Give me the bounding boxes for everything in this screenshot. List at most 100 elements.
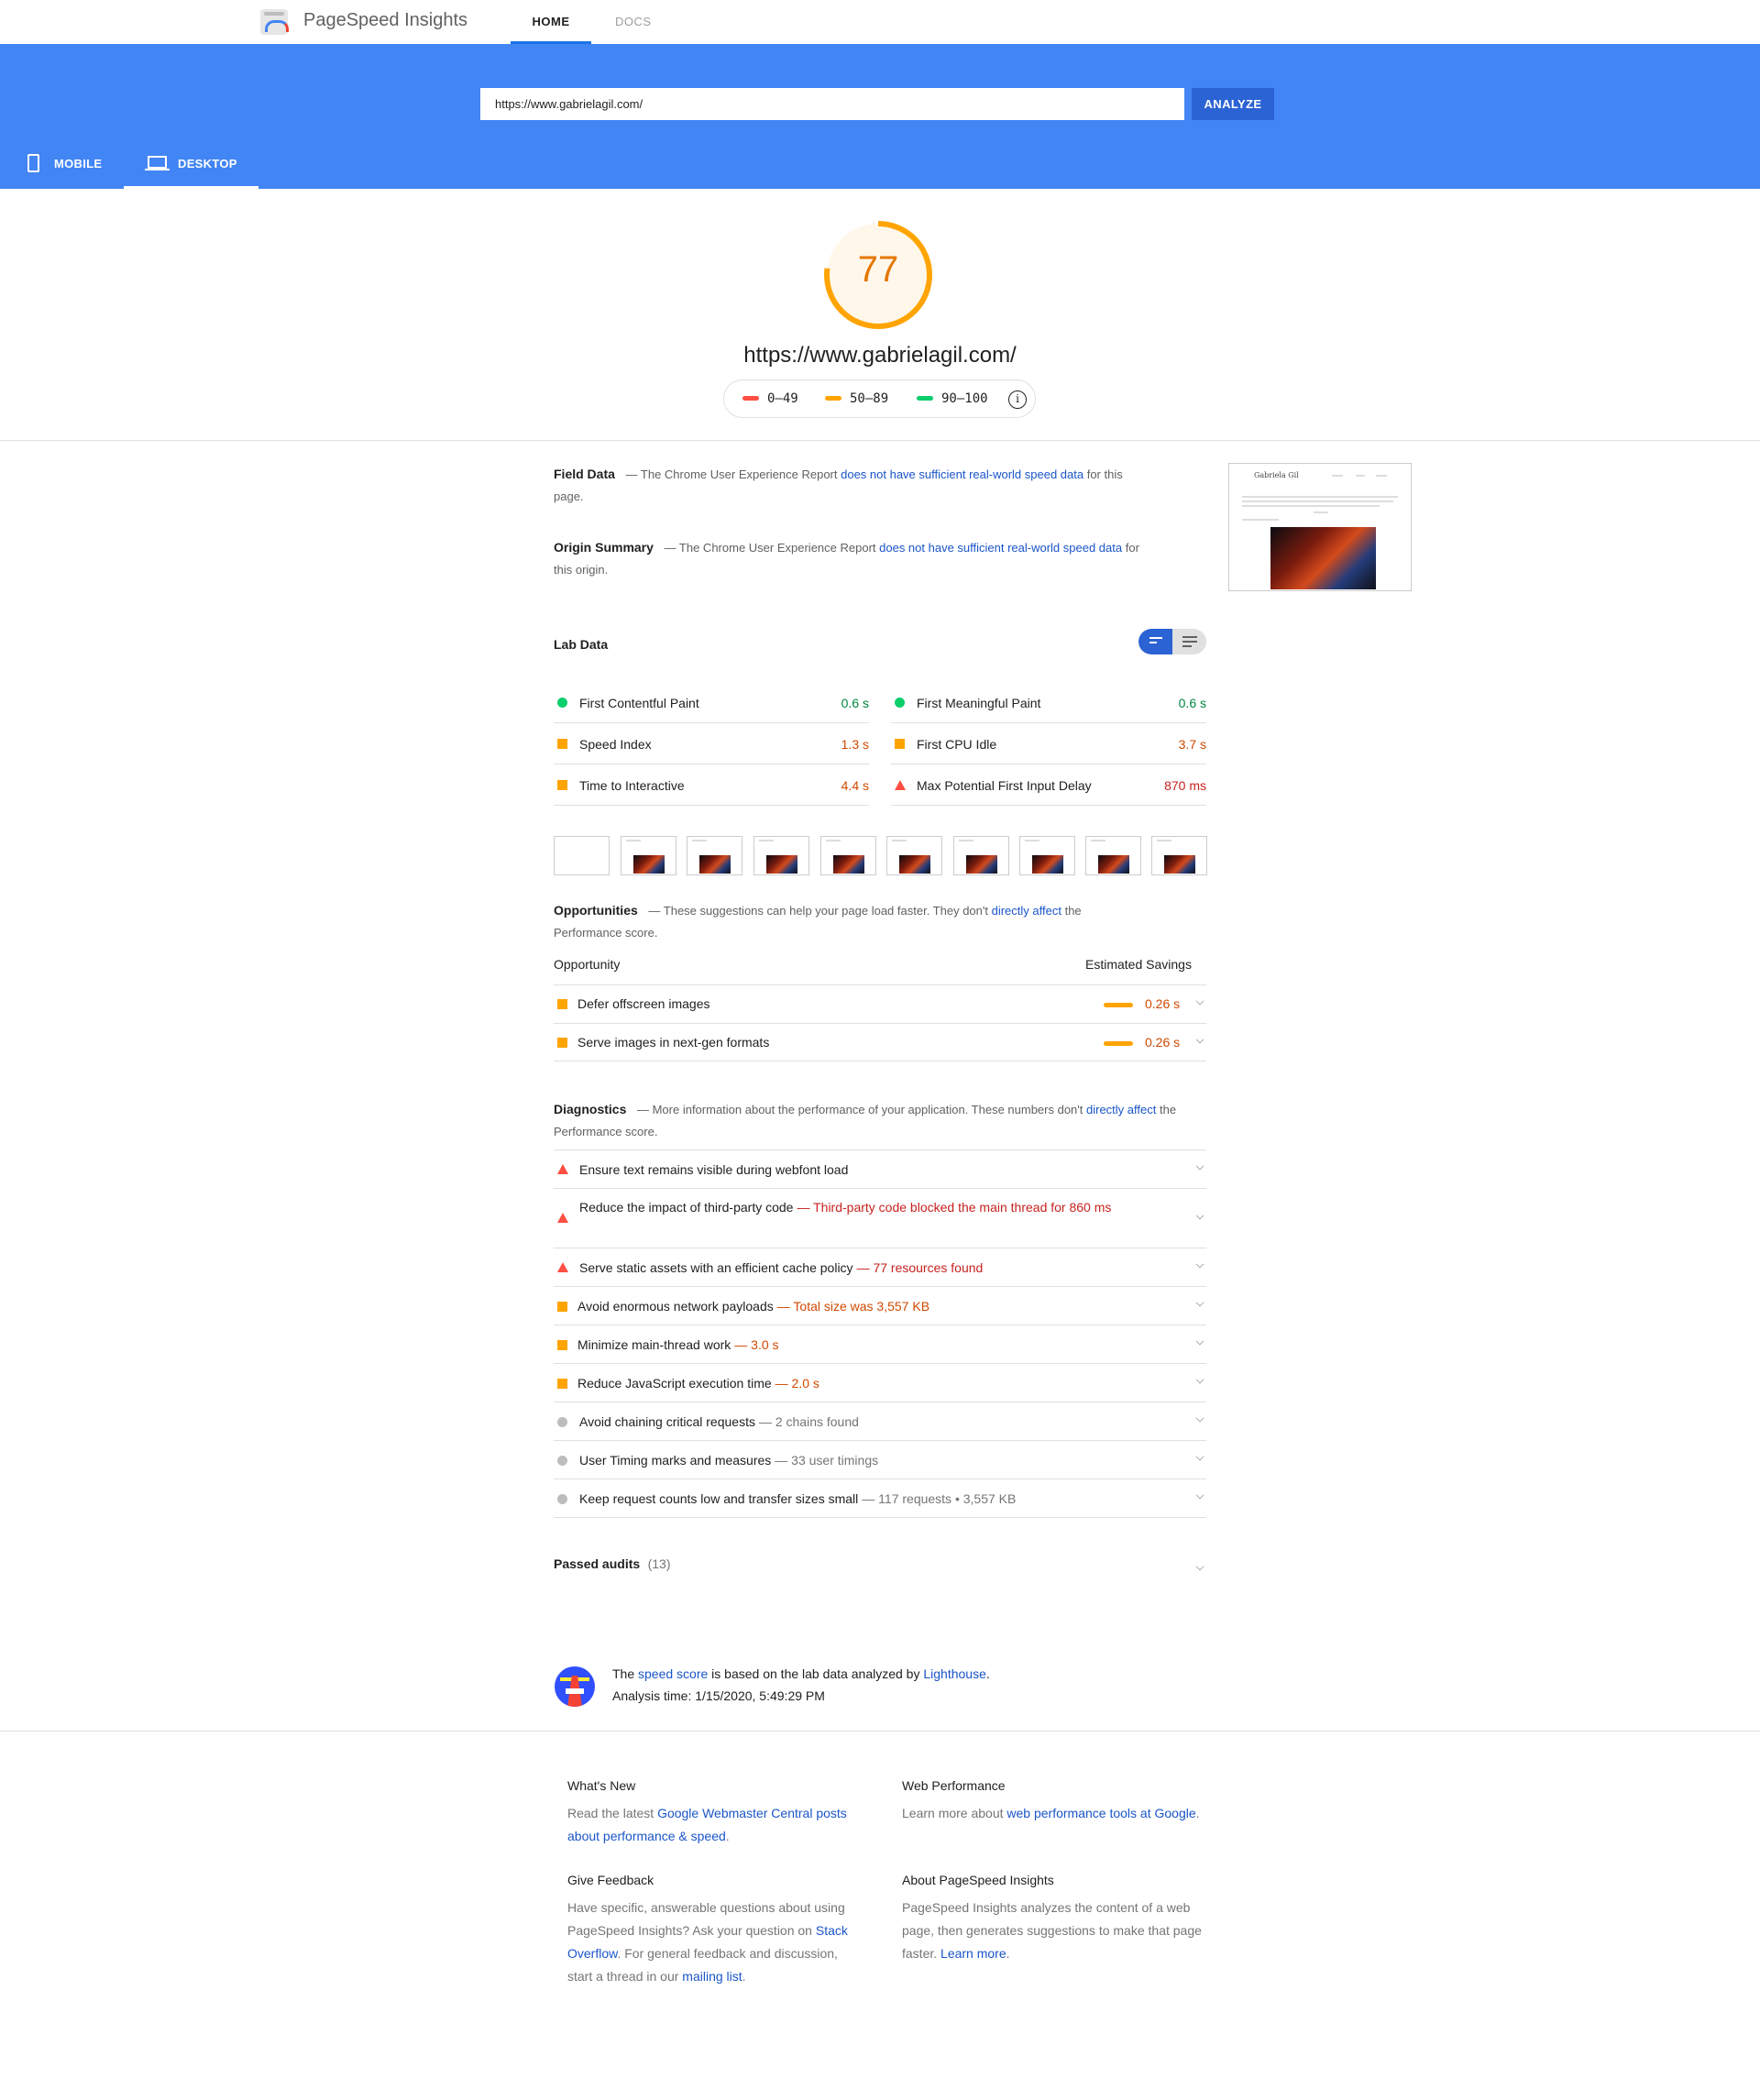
average-icon bbox=[557, 780, 567, 790]
footer-divider bbox=[0, 1731, 1760, 1732]
analysis-time: Analysis time: 1/15/2020, 5:49:29 PM bbox=[612, 1688, 825, 1703]
field-data-title: Field Data bbox=[554, 467, 615, 481]
savings-column-header: Estimated Savings bbox=[1085, 957, 1192, 972]
info-dot-icon bbox=[557, 1417, 567, 1427]
footer-web-performance-body: Learn more about web performance tools a… bbox=[902, 1806, 1200, 1820]
footer-about-title: About PageSpeed Insights bbox=[902, 1873, 1054, 1887]
lab-data-title: Lab Data bbox=[554, 637, 609, 652]
field-data-link[interactable]: does not have sufficient real-world spee… bbox=[841, 467, 1084, 481]
passed-audits-toggle[interactable]: Passed audits (13) bbox=[554, 1556, 1206, 1584]
lighthouse-logo-icon bbox=[555, 1666, 595, 1707]
diagnostic-javascript-execution[interactable]: Reduce JavaScript execution time — 2.0 s bbox=[554, 1364, 1206, 1402]
pagespeed-logo-icon[interactable] bbox=[260, 9, 289, 35]
legend-good-mark bbox=[917, 395, 933, 401]
origin-summary-link[interactable]: does not have sufficient real-world spee… bbox=[879, 541, 1122, 555]
chevron-down-icon[interactable] bbox=[1195, 1298, 1204, 1307]
footer-whats-new-body: Read the latest Google Webmaster Central… bbox=[567, 1806, 847, 1843]
fail-icon bbox=[895, 780, 906, 790]
diagnostic-third-party-code[interactable]: Reduce the impact of third-party code — T… bbox=[554, 1189, 1206, 1248]
analyzed-url: https://www.gabrielagil.com/ bbox=[743, 343, 1017, 368]
performance-score: 77 bbox=[857, 249, 899, 290]
chevron-down-icon[interactable] bbox=[1195, 1035, 1204, 1044]
lighthouse-link[interactable]: Lighthouse bbox=[923, 1666, 986, 1681]
mailing-list-link[interactable]: mailing list bbox=[682, 1969, 742, 1984]
origin-summary-section: Origin Summary — The Chrome User Experie… bbox=[554, 540, 1139, 577]
phone-icon bbox=[28, 154, 39, 172]
web-performance-tools-link[interactable]: web performance tools at Google bbox=[1006, 1806, 1195, 1820]
filmstrip-frame bbox=[953, 836, 1009, 875]
chevron-down-icon[interactable] bbox=[1195, 1259, 1204, 1269]
opportunity-defer-offscreen-images[interactable]: Defer offscreen images 0.26 s bbox=[554, 984, 1206, 1023]
app-title[interactable]: PageSpeed Insights bbox=[303, 10, 468, 31]
fail-icon bbox=[557, 1164, 568, 1174]
lighthouse-note: The speed score is based on the lab data… bbox=[612, 1663, 990, 1707]
field-data-section: Field Data — The Chrome User Experience … bbox=[554, 467, 1123, 503]
savings-bar bbox=[1104, 1003, 1133, 1007]
filmstrip-frame bbox=[1019, 836, 1075, 875]
footer-whats-new-title: What's New bbox=[567, 1778, 636, 1793]
origin-summary-title: Origin Summary bbox=[554, 540, 654, 555]
filmstrip-frame bbox=[621, 836, 676, 875]
average-icon bbox=[557, 739, 567, 749]
info-icon[interactable]: i bbox=[1008, 390, 1027, 409]
score-legend: 0–49 50–89 90–100 i bbox=[723, 379, 1036, 418]
chevron-down-icon[interactable] bbox=[1195, 1490, 1204, 1500]
legend-bad: 0–49 bbox=[742, 391, 798, 406]
chevron-down-icon[interactable] bbox=[1195, 1336, 1204, 1346]
filmstrip-frame bbox=[754, 836, 809, 875]
diagnostic-critical-requests[interactable]: Avoid chaining critical requests — 2 chai… bbox=[554, 1402, 1206, 1441]
metric-max-potential-fid: Max Potential First Input Delay 870 ms bbox=[891, 764, 1206, 806]
tab-mobile[interactable]: MOBILE bbox=[28, 145, 119, 189]
chevron-down-icon[interactable] bbox=[1195, 1413, 1204, 1423]
fail-icon bbox=[557, 1213, 568, 1223]
url-input[interactable] bbox=[480, 88, 1184, 120]
chevron-down-icon[interactable] bbox=[1195, 1562, 1204, 1571]
info-dot-icon bbox=[557, 1456, 567, 1466]
chevron-down-icon[interactable] bbox=[1195, 1161, 1204, 1171]
metric-speed-index: Speed Index 1.3 s bbox=[554, 723, 869, 764]
learn-more-link[interactable]: Learn more bbox=[940, 1946, 1006, 1961]
chevron-down-icon[interactable] bbox=[1195, 1211, 1204, 1220]
chevron-down-icon[interactable] bbox=[1195, 1452, 1204, 1461]
diagnostic-user-timing[interactable]: User Timing marks and measures — 33 user … bbox=[554, 1441, 1206, 1479]
tab-mobile-label: MOBILE bbox=[54, 157, 103, 170]
passed-audits-title: Passed audits bbox=[554, 1556, 641, 1571]
legend-good: 90–100 bbox=[917, 391, 988, 406]
diagnostic-cache-policy[interactable]: Serve static assets with an efficient ca… bbox=[554, 1248, 1206, 1287]
legend-average: 50–89 bbox=[825, 391, 888, 406]
analyze-button[interactable]: ANALYZE bbox=[1192, 88, 1274, 120]
opportunity-next-gen-formats[interactable]: Serve images in next-gen formats 0.26 s bbox=[554, 1023, 1206, 1061]
screenshot-hero-image bbox=[1270, 527, 1376, 589]
fail-icon bbox=[557, 1262, 568, 1272]
opportunity-column-header: Opportunity bbox=[554, 957, 621, 972]
expanded-view-icon bbox=[1182, 636, 1197, 650]
diagnostic-request-counts[interactable]: Keep request counts low and transfer siz… bbox=[554, 1479, 1206, 1518]
metric-time-to-interactive: Time to Interactive 4.4 s bbox=[554, 764, 869, 806]
pass-icon bbox=[557, 698, 567, 708]
diagnostics-directly-affect-link[interactable]: directly affect bbox=[1086, 1103, 1156, 1116]
diagnostic-network-payloads[interactable]: Avoid enormous network payloads — Total s… bbox=[554, 1287, 1206, 1325]
filmstrip-frame bbox=[886, 836, 942, 875]
metrics-view-toggle[interactable] bbox=[1138, 629, 1206, 654]
opportunities-directly-affect-link[interactable]: directly affect bbox=[992, 904, 1062, 918]
footer-give-feedback-title: Give Feedback bbox=[567, 1873, 654, 1887]
tab-docs[interactable]: DOCS bbox=[615, 15, 652, 28]
footer-give-feedback-body: Have specific, answerable questions abou… bbox=[567, 1900, 848, 1984]
average-icon bbox=[557, 1379, 567, 1389]
tab-home[interactable]: HOME bbox=[511, 15, 591, 44]
speed-score-link[interactable]: speed score bbox=[638, 1666, 708, 1681]
filmstrip-frame bbox=[1085, 836, 1141, 875]
filmstrip-frame bbox=[1151, 836, 1207, 875]
diagnostic-webfont-load[interactable]: Ensure text remains visible during webfo… bbox=[554, 1150, 1206, 1189]
analyze-header: ANALYZE MOBILE DESKTOP bbox=[0, 44, 1760, 189]
filmstrip-frame bbox=[687, 836, 742, 875]
diagnostic-main-thread-work[interactable]: Minimize main-thread work — 3.0 s bbox=[554, 1325, 1206, 1364]
tab-desktop-label: DESKTOP bbox=[178, 157, 237, 170]
passed-audits-count: (13) bbox=[647, 1556, 671, 1571]
chevron-down-icon[interactable] bbox=[1195, 996, 1204, 1006]
chevron-down-icon[interactable] bbox=[1195, 1375, 1204, 1384]
diagnostics-title: Diagnostics bbox=[554, 1102, 627, 1116]
tab-desktop[interactable]: DESKTOP bbox=[124, 145, 258, 189]
page-screenshot: Gabriela Gil bbox=[1228, 463, 1412, 591]
opportunities-title: Opportunities bbox=[554, 903, 638, 918]
